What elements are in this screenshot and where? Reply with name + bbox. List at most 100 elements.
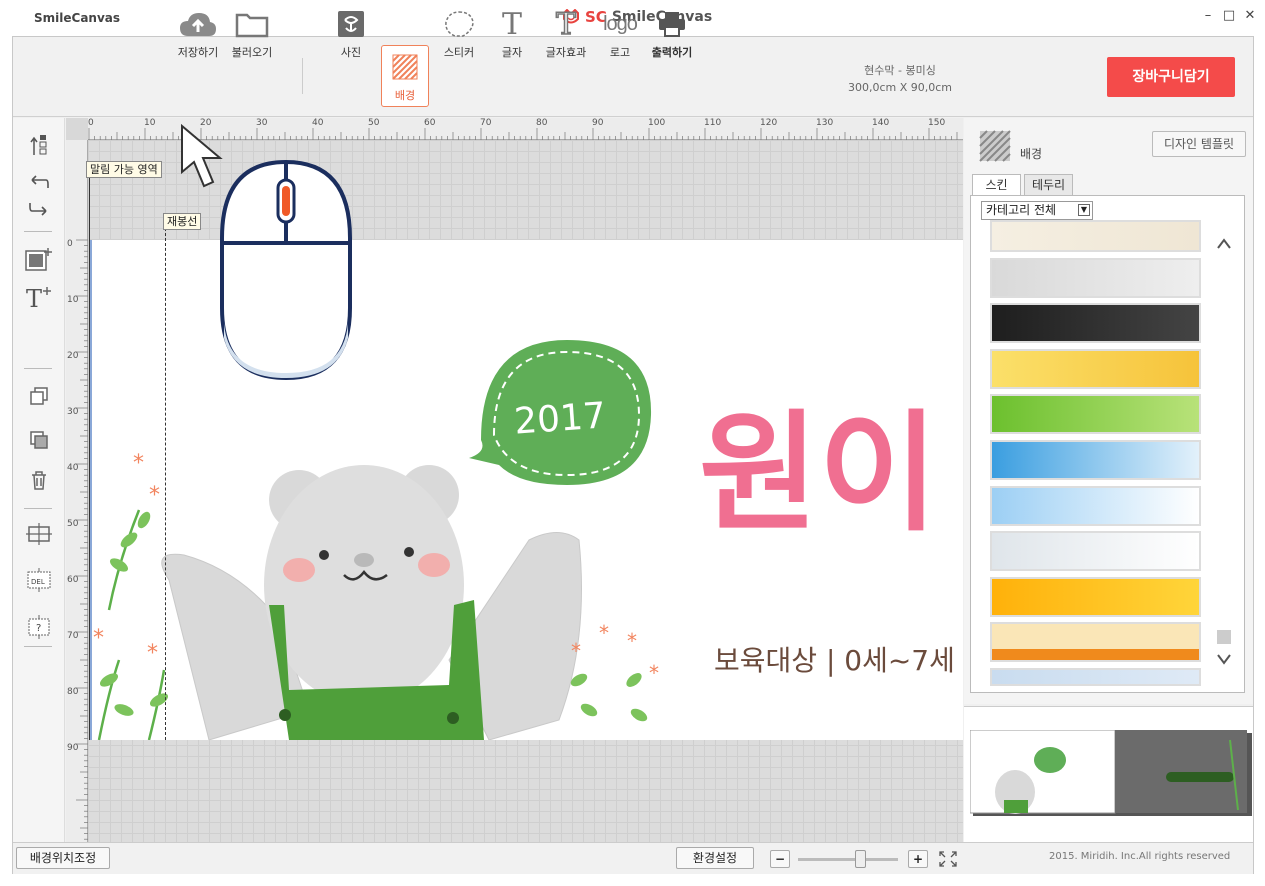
zoom-slider-handle[interactable] bbox=[855, 850, 866, 868]
send-backward-button[interactable] bbox=[13, 426, 65, 454]
help-button[interactable]: ? bbox=[13, 613, 65, 641]
add-text-button[interactable]: T bbox=[13, 284, 65, 312]
maximize-button[interactable]: □ bbox=[1221, 8, 1237, 24]
help-icon: ? bbox=[28, 615, 50, 639]
background-button[interactable]: 배경 bbox=[381, 45, 429, 107]
redo-button[interactable] bbox=[13, 195, 65, 223]
skin-swatch-peach-orange[interactable] bbox=[990, 622, 1201, 663]
skin-swatch-green[interactable] bbox=[990, 394, 1201, 435]
save-label: 저장하기 bbox=[177, 46, 219, 59]
text-effect-icon: T bbox=[555, 6, 577, 43]
delete-button[interactable] bbox=[13, 466, 65, 494]
background-label: 배경 bbox=[394, 89, 416, 102]
category-select[interactable]: 카테고리 전체 ▼ bbox=[981, 201, 1093, 220]
skin-swatch-orange-burst[interactable] bbox=[990, 576, 1201, 617]
background-pattern-icon bbox=[392, 54, 418, 80]
svg-text:?: ? bbox=[36, 623, 41, 634]
ruler-top-label: 70 bbox=[480, 118, 492, 128]
printer-icon bbox=[659, 12, 685, 37]
ruler-top-label: 40 bbox=[312, 118, 324, 128]
svg-text:*: * bbox=[149, 483, 160, 508]
skin-swatch-grey-mist[interactable] bbox=[990, 531, 1201, 572]
mouse-scroll-icon bbox=[220, 159, 352, 381]
ruler-left-label: 0 bbox=[67, 239, 73, 249]
design-template-button[interactable]: 디자인 템플릿 bbox=[1152, 131, 1246, 157]
ruler-top-label: 30 bbox=[256, 118, 268, 128]
ruler-left-label: 40 bbox=[67, 463, 79, 473]
ruler-left-label: 70 bbox=[67, 631, 79, 641]
category-select-value: 카테고리 전체 bbox=[986, 203, 1057, 217]
mouse-pointer-icon bbox=[181, 124, 223, 188]
logo-label: 로고 bbox=[609, 46, 631, 59]
text-label: 글자 bbox=[501, 46, 523, 59]
zoom-in-button[interactable]: + bbox=[908, 850, 928, 868]
photo-button[interactable]: 사진 bbox=[327, 8, 375, 68]
add-to-cart-button[interactable]: 장바구니담기 bbox=[1107, 57, 1235, 97]
sidebar-divider bbox=[24, 646, 52, 647]
folder-icon bbox=[235, 13, 269, 38]
sticker-icon bbox=[445, 11, 474, 37]
skin-swatch-cream[interactable] bbox=[990, 220, 1201, 252]
logo-button[interactable]: logo 로고 bbox=[596, 8, 644, 68]
ruler-top-label: 120 bbox=[760, 118, 778, 128]
sticker-button[interactable]: 스티커 bbox=[435, 8, 483, 68]
tab-border[interactable]: 테두리 bbox=[1024, 174, 1073, 196]
svg-text:*: * bbox=[147, 641, 158, 666]
bring-forward-button[interactable] bbox=[13, 383, 65, 411]
ruler-top-label: 100 bbox=[648, 118, 666, 128]
close-button[interactable]: ✕ bbox=[1242, 8, 1258, 24]
fit-screen-icon[interactable] bbox=[938, 850, 958, 868]
ruler-left-label: 80 bbox=[67, 687, 79, 697]
svg-text:T: T bbox=[26, 285, 42, 311]
save-button[interactable]: 저장하기 bbox=[174, 8, 222, 68]
ruler-top-label: 0 bbox=[88, 118, 94, 128]
sidebar-divider bbox=[24, 368, 52, 369]
align-tool-button[interactable] bbox=[13, 131, 65, 159]
app-name: SmileCanvas bbox=[34, 11, 121, 25]
settings-button[interactable]: 환경설정 bbox=[676, 847, 754, 869]
toolbar-divider bbox=[302, 58, 303, 94]
ruler-top-label: 60 bbox=[424, 118, 436, 128]
tab-skin[interactable]: 스킨 bbox=[972, 174, 1021, 196]
svg-text:*: * bbox=[599, 621, 609, 645]
minimize-button[interactable]: – bbox=[1200, 8, 1216, 24]
text-button[interactable]: T 글자 bbox=[488, 7, 536, 68]
background-position-button[interactable]: 배경위치조정 bbox=[16, 847, 110, 869]
skin-list-scrollbar[interactable] bbox=[1215, 222, 1233, 684]
skin-swatch-blue-sky[interactable] bbox=[990, 440, 1201, 480]
skin-swatch-silver-lights[interactable] bbox=[990, 257, 1201, 298]
del-icon: DEL bbox=[27, 568, 51, 592]
undo-button[interactable] bbox=[13, 168, 65, 196]
ruler-top-label: 150 bbox=[928, 118, 946, 128]
skin-swatch-black[interactable] bbox=[990, 303, 1201, 344]
skin-swatch-light-blue[interactable] bbox=[990, 485, 1201, 526]
grid-icon bbox=[26, 523, 52, 545]
grid-toggle-button[interactable] bbox=[13, 520, 65, 548]
skin-swatch-pale-blue[interactable] bbox=[990, 668, 1201, 686]
ruler-top-label: 10 bbox=[144, 118, 156, 128]
sidebar-divider bbox=[24, 508, 52, 509]
zoom-out-button[interactable]: − bbox=[770, 850, 790, 868]
ruler-left-label: 60 bbox=[67, 575, 79, 585]
delete-all-button[interactable]: DEL bbox=[13, 566, 65, 594]
add-photo-button[interactable] bbox=[13, 245, 65, 273]
preview-thumbnail[interactable] bbox=[970, 730, 1252, 816]
background-pattern-icon bbox=[979, 130, 1011, 162]
zoom-slider-track[interactable] bbox=[798, 858, 898, 861]
design-year-text: 2017 bbox=[513, 395, 607, 442]
doc-type: 현수막 - 봉미싱 bbox=[864, 64, 936, 77]
copyright: 2015. Miridih. Inc.All rights reserved bbox=[1049, 851, 1231, 862]
ruler-top-label: 140 bbox=[872, 118, 890, 128]
vertical-ruler: 0 10 20 30 40 50 60 70 80 90 bbox=[66, 118, 88, 842]
print-button[interactable]: 출력하기 bbox=[648, 8, 696, 68]
layer-front-icon bbox=[30, 387, 48, 405]
text-effect-button[interactable]: T 글자효과 bbox=[542, 6, 590, 68]
skin-swatch-yellow-floral[interactable] bbox=[990, 348, 1201, 389]
arrange-icon bbox=[30, 135, 47, 155]
svg-text:*: * bbox=[649, 661, 659, 685]
seam-label: 재봉선 bbox=[163, 213, 202, 230]
undo-icon bbox=[31, 175, 49, 188]
ruler-top-label: 90 bbox=[592, 118, 604, 128]
photo-label: 사진 bbox=[340, 46, 362, 59]
load-button[interactable]: 불러오기 bbox=[228, 8, 276, 68]
